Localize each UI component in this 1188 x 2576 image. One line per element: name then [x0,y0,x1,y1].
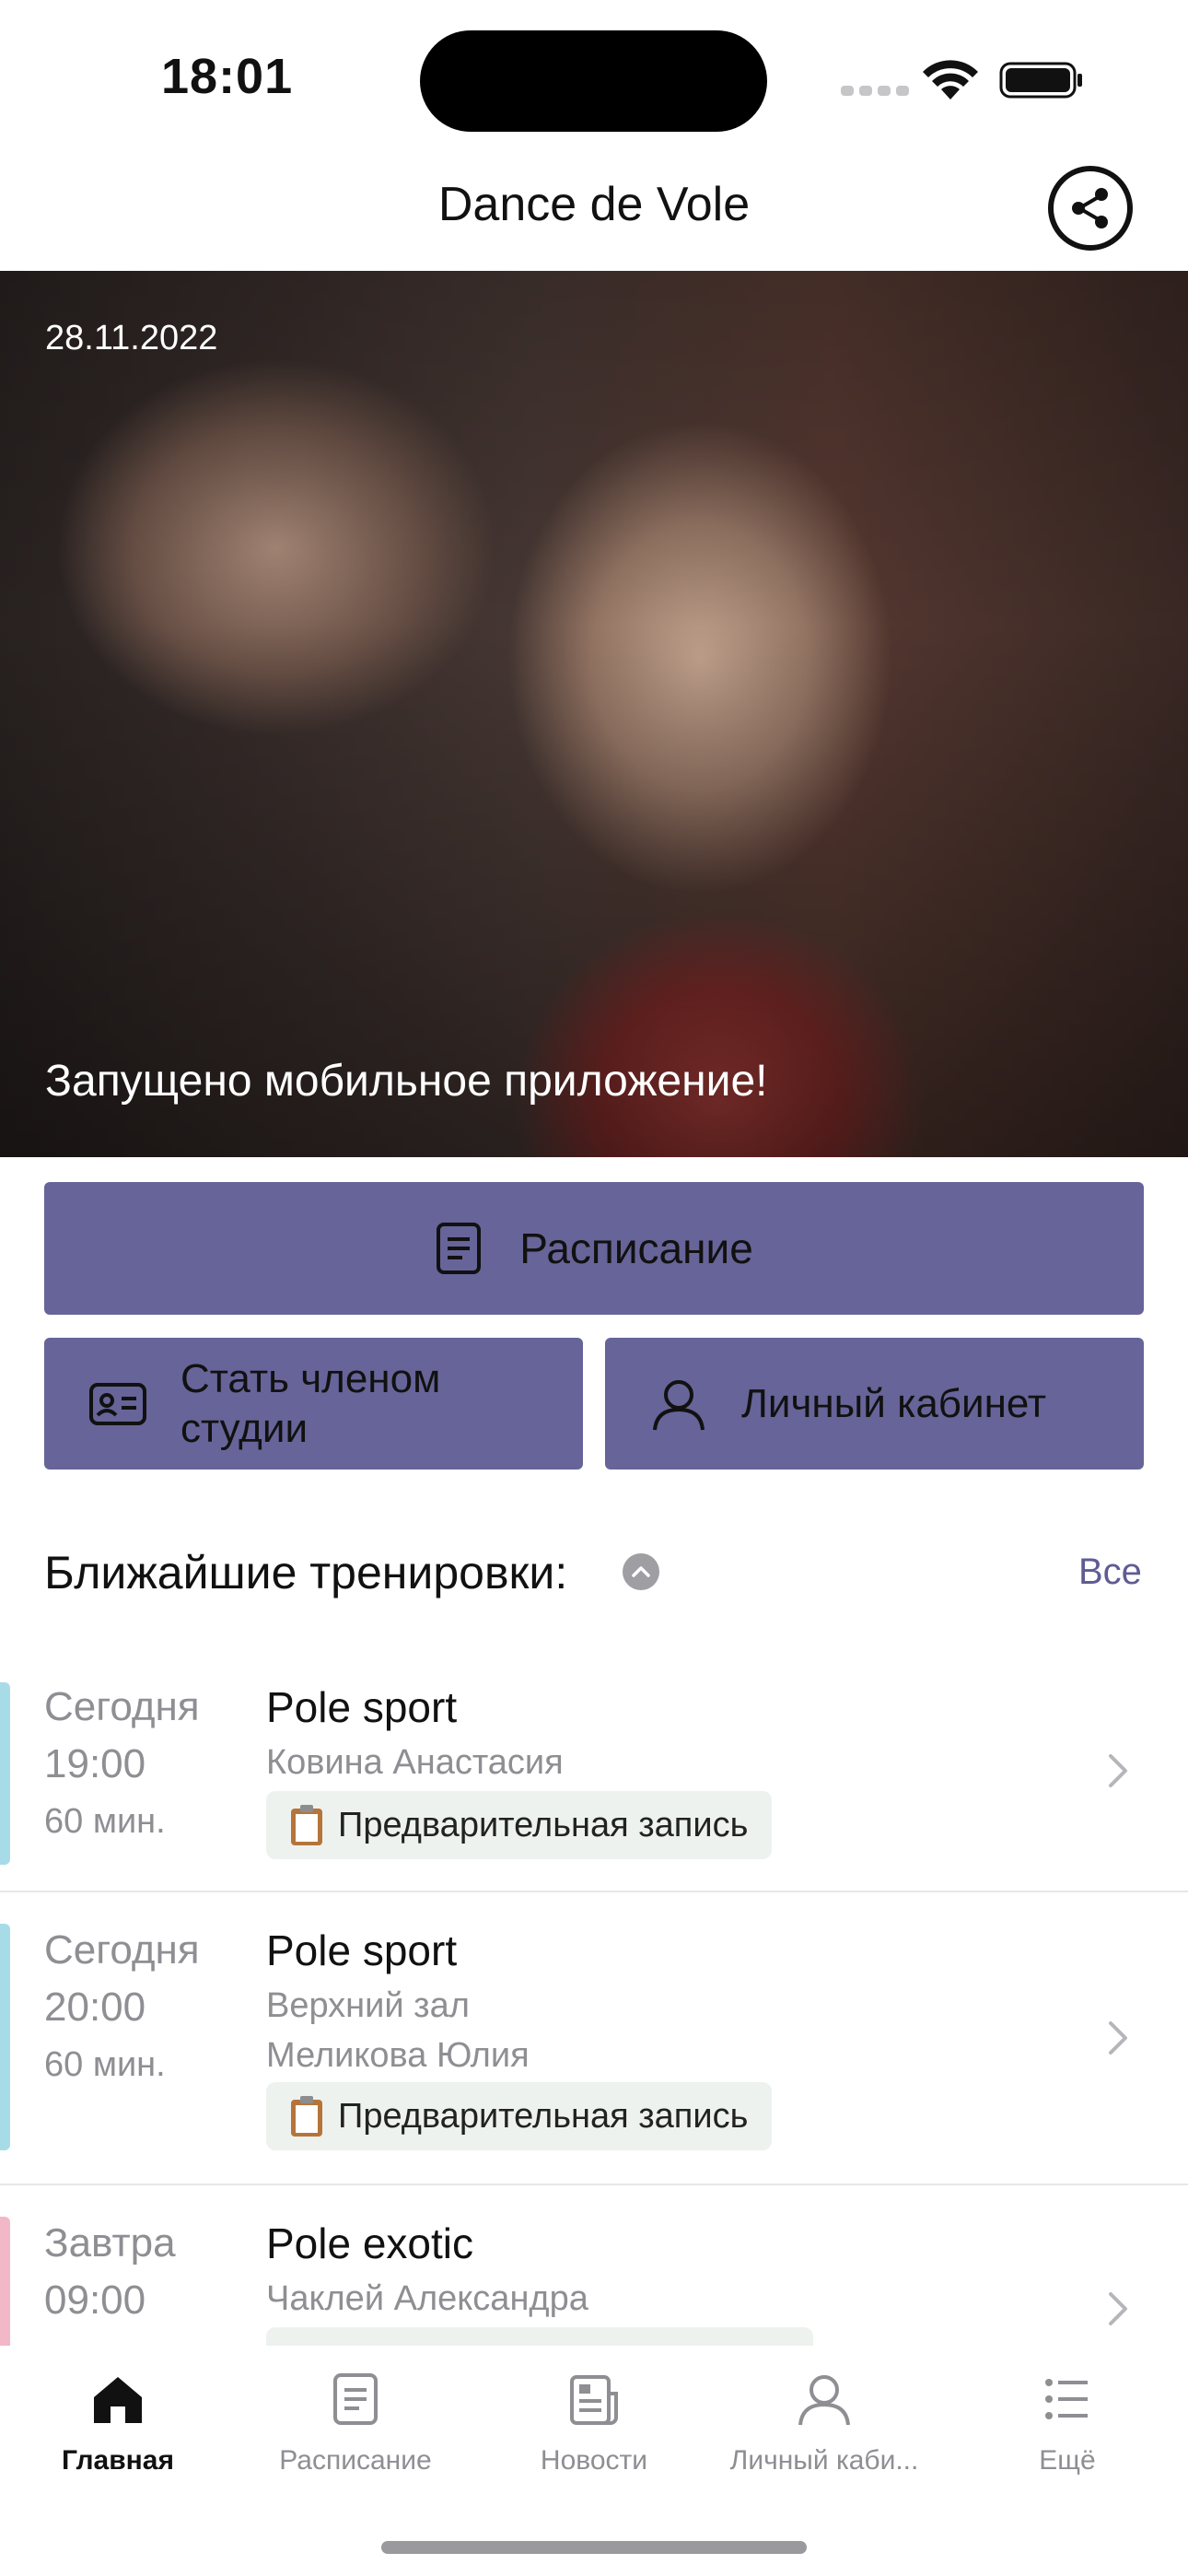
booking-tag: Предварительная запись [266,2082,773,2150]
training-room: Верхний зал [266,1986,470,2025]
training-day: Сегодня [44,1684,200,1729]
newspaper-icon [570,2375,618,2425]
see-all-link[interactable]: Все [1078,1551,1142,1593]
tab-cabinet-label: Личный каби... [729,2445,919,2476]
booking-tag-label: Предварительная запись [338,2096,749,2136]
tab-news[interactable]: Новости [488,2370,700,2476]
clipboard-icon [288,1803,325,1847]
training-time: 19:00 [44,1741,146,1786]
home-icon [94,2377,142,2423]
training-row[interactable]: Сегодня 19:00 60 мин. Pole sport Ковина … [0,1664,1188,1889]
status-time: 18:01 [161,49,294,104]
personal-cabinet-label: Личный кабинет [741,1380,1047,1426]
home-indicator[interactable] [381,2541,807,2554]
share-icon [1072,188,1108,228]
chevron-up-icon[interactable] [623,1553,659,1590]
row-divider [0,1891,1188,1892]
dynamic-island [420,30,767,132]
tab-home[interactable]: Главная [12,2370,224,2476]
battery-icon [999,62,1082,99]
become-member-button[interactable]: Стать членом студии [44,1338,583,1469]
news-hero-banner[interactable]: 28.11.2022 Запущено мобильное приложение… [0,271,1188,1157]
cellular-signal-icon [841,86,909,96]
training-time: 09:00 [44,2277,146,2323]
schedule-button-label: Расписание [519,1224,753,1272]
tab-home-label: Главная [61,2445,174,2476]
hero-image [0,271,1188,1157]
schedule-button[interactable]: Расписание [44,1182,1144,1315]
category-stripe [0,1682,10,1865]
tab-news-label: Новости [540,2445,648,2476]
training-time: 20:00 [44,1985,146,2030]
clipboard-icon [288,2094,325,2138]
training-trainer: Ковина Анастасия [266,1743,564,1782]
training-name: Pole exotic [266,2219,474,2267]
training-duration: 60 мин. [44,1802,166,1841]
category-stripe [0,2217,10,2346]
schedule-icon [437,1223,482,1274]
training-name: Pole sport [266,1926,458,1974]
booking-tag-label: Предварительная запись [338,1805,749,1844]
training-day: Сегодня [44,1927,200,1973]
training-name: Pole sport [266,1683,458,1731]
training-trainer: Чаклей Александра [266,2279,588,2318]
tab-more-label: Ещё [1039,2445,1096,2476]
training-duration: 60 мин. [44,2045,166,2084]
app-title: Dance de Vole [437,178,751,231]
user-icon [798,2375,850,2426]
wifi-icon [923,60,978,100]
tab-schedule[interactable]: Расписание [250,2370,461,2476]
become-member-label-line1: Стать членом [181,1355,441,1401]
booking-tag [266,2327,813,2346]
user-icon [653,1379,705,1430]
row-divider [0,2184,1188,2185]
tab-schedule-label: Расписание [279,2445,432,2476]
training-row[interactable]: Сегодня 20:00 60 мин. Pole sport Верхний… [0,1907,1188,2174]
list-icon [1045,2379,1088,2419]
booking-tag: Предварительная запись [266,1791,773,1859]
chevron-right-icon [1109,2292,1127,2325]
schedule-icon [333,2373,378,2425]
training-row[interactable]: Завтра 09:00 Pole exotic Чаклей Александ… [0,2200,1188,2346]
chevron-right-icon [1109,2021,1127,2055]
category-stripe [0,1924,10,2150]
chevron-right-icon [1109,1754,1127,1787]
tab-more[interactable]: Ещё [961,2370,1173,2476]
training-day: Завтра [44,2220,176,2266]
hero-date: 28.11.2022 [45,319,218,357]
training-trainer: Меликова Юлия [266,2036,530,2075]
upcoming-trainings-title: Ближайшие тренировки: [44,1547,568,1598]
personal-cabinet-button[interactable]: Личный кабинет [605,1338,1144,1469]
become-member-label-line2: студии [181,1405,309,1451]
tab-cabinet[interactable]: Личный каби... [700,2370,949,2476]
hero-caption: Запущено мобильное приложение! [45,1057,768,1106]
share-button[interactable] [1048,166,1133,251]
member-card-icon [89,1382,146,1425]
